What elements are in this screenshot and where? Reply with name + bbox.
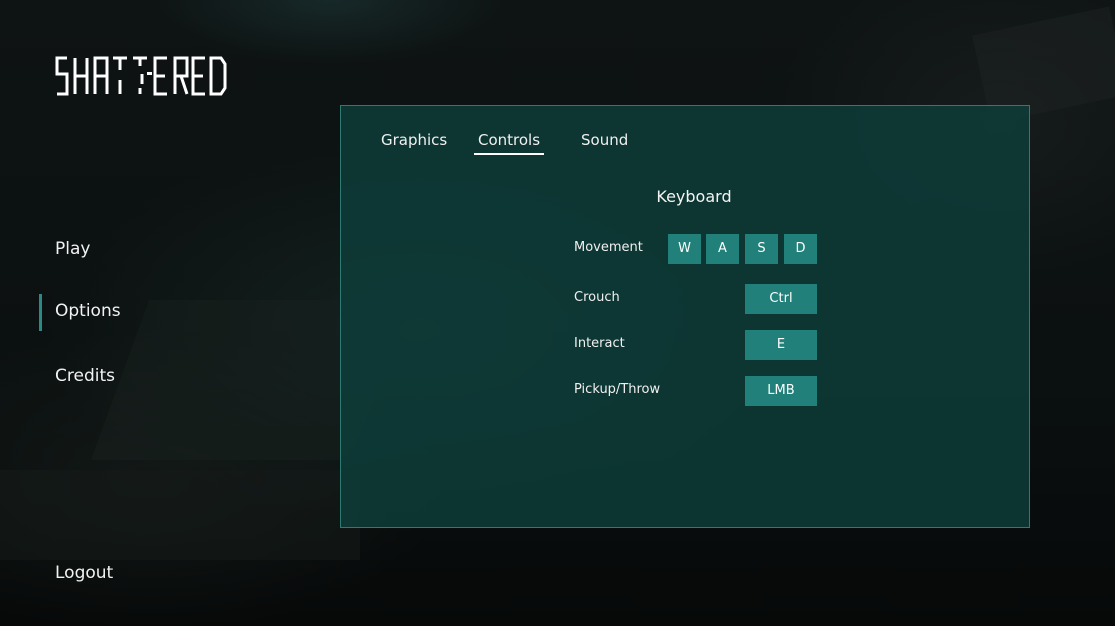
keybind-button-pickup-throw[interactable]: LMB bbox=[745, 376, 817, 406]
background-rock bbox=[0, 470, 360, 560]
keybind-button-w[interactable]: W bbox=[668, 234, 701, 264]
keybind-button-s[interactable]: S bbox=[745, 234, 778, 264]
main-menu-screen: Play Options Credits Logout Graphics Con… bbox=[0, 0, 1115, 626]
section-title: Keyboard bbox=[656, 187, 732, 206]
keybind-button-crouch[interactable]: Ctrl bbox=[745, 284, 817, 314]
control-label-pickup-throw: Pickup/Throw bbox=[574, 382, 661, 397]
control-label-crouch: Crouch bbox=[574, 290, 620, 305]
control-label-movement: Movement bbox=[574, 240, 643, 255]
nav-active-indicator bbox=[39, 294, 42, 331]
control-label-interact: Interact bbox=[574, 336, 625, 351]
active-tab-underline bbox=[474, 153, 544, 155]
nav-credits[interactable]: Credits bbox=[55, 366, 115, 386]
tab-sound[interactable]: Sound bbox=[581, 131, 628, 149]
keybind-button-interact[interactable]: E bbox=[745, 330, 817, 360]
nav-logout[interactable]: Logout bbox=[55, 563, 113, 583]
nav-options[interactable]: Options bbox=[55, 301, 121, 321]
keybind-button-d[interactable]: D bbox=[784, 234, 817, 264]
options-panel: Graphics Controls Sound Keyboard Movemen… bbox=[340, 105, 1030, 528]
keybind-button-a[interactable]: A bbox=[706, 234, 739, 264]
tab-controls[interactable]: Controls bbox=[478, 131, 540, 149]
tab-graphics[interactable]: Graphics bbox=[381, 131, 447, 149]
game-logo bbox=[55, 52, 255, 102]
nav-play[interactable]: Play bbox=[55, 239, 90, 259]
game-logo-graphic bbox=[55, 56, 227, 96]
